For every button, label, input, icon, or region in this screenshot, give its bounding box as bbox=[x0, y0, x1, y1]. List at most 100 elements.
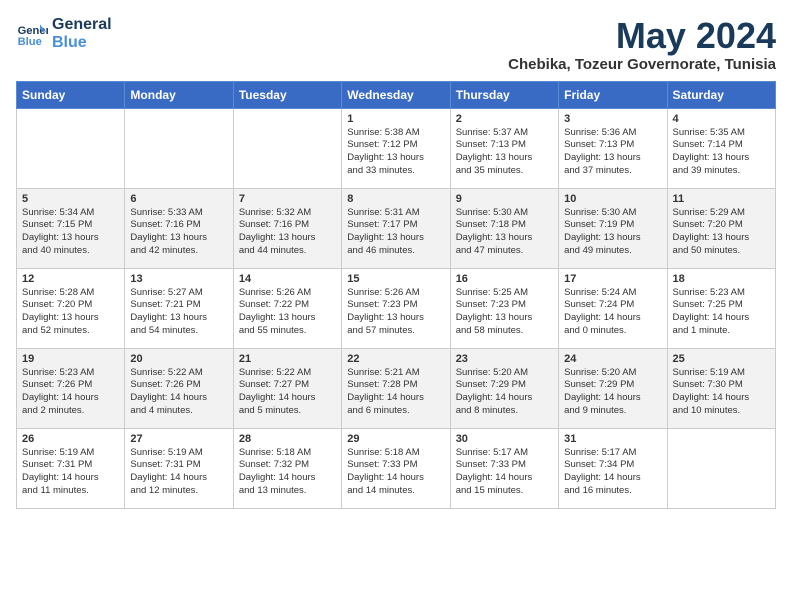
day-info: Sunrise: 5:25 AM Sunset: 7:23 PM Dayligh… bbox=[456, 287, 553, 338]
calendar-cell: 19Sunrise: 5:23 AM Sunset: 7:26 PM Dayli… bbox=[17, 348, 125, 428]
day-info: Sunrise: 5:35 AM Sunset: 7:14 PM Dayligh… bbox=[673, 127, 770, 178]
day-info: Sunrise: 5:17 AM Sunset: 7:34 PM Dayligh… bbox=[564, 447, 661, 498]
day-info: Sunrise: 5:32 AM Sunset: 7:16 PM Dayligh… bbox=[239, 207, 336, 258]
calendar-cell: 8 Sunrise: 5:31 AM Sunset: 7:17 PM Daylig… bbox=[342, 188, 450, 268]
day-number: 14 bbox=[239, 273, 336, 285]
day-number: 12 bbox=[22, 273, 119, 285]
calendar-table: SundayMondayTuesdayWednesdayThursdayFrid… bbox=[16, 81, 776, 509]
logo: General Blue General Blue bbox=[16, 16, 112, 51]
day-info: Sunrise: 5:30 AM Sunset: 7:18 PM Dayligh… bbox=[456, 207, 553, 258]
day-number: 30 bbox=[456, 433, 553, 445]
logo-icon: General Blue bbox=[16, 18, 48, 50]
calendar-cell: 15Sunrise: 5:26 AM Sunset: 7:23 PM Dayli… bbox=[342, 268, 450, 348]
logo-general: General bbox=[52, 16, 112, 34]
day-info: Sunrise: 5:18 AM Sunset: 7:32 PM Dayligh… bbox=[239, 447, 336, 498]
day-info: Sunrise: 5:21 AM Sunset: 7:28 PM Dayligh… bbox=[347, 367, 444, 418]
day-info: Sunrise: 5:29 AM Sunset: 7:20 PM Dayligh… bbox=[673, 207, 770, 258]
day-info: Sunrise: 5:31 AM Sunset: 7:17 PM Dayligh… bbox=[347, 207, 444, 258]
calendar-week-3: 12 Sunrise: 5:28 AM Sunset: 7:20 PM Dayli… bbox=[17, 268, 776, 348]
calendar-cell: 13Sunrise: 5:27 AM Sunset: 7:21 PM Dayli… bbox=[125, 268, 233, 348]
day-number: 7 bbox=[239, 193, 336, 205]
header-tuesday: Tuesday bbox=[233, 81, 341, 108]
day-number: 25 bbox=[673, 353, 770, 365]
day-info: Sunrise: 5:26 AM Sunset: 7:23 PM Dayligh… bbox=[347, 287, 444, 338]
calendar-cell: 31 Sunrise: 5:17 AM Sunset: 7:34 PM Dayli… bbox=[559, 428, 667, 508]
day-info: Sunrise: 5:28 AM Sunset: 7:20 PM Dayligh… bbox=[22, 287, 119, 338]
day-info: Sunrise: 5:20 AM Sunset: 7:29 PM Dayligh… bbox=[564, 367, 661, 418]
day-info: Sunrise: 5:22 AM Sunset: 7:26 PM Dayligh… bbox=[130, 367, 227, 418]
calendar-cell: 29 Sunrise: 5:18 AM Sunset: 7:33 PM Dayli… bbox=[342, 428, 450, 508]
day-number: 8 bbox=[347, 193, 444, 205]
day-info: Sunrise: 5:23 AM Sunset: 7:25 PM Dayligh… bbox=[673, 287, 770, 338]
day-info: Sunrise: 5:22 AM Sunset: 7:27 PM Dayligh… bbox=[239, 367, 336, 418]
calendar-cell: 28 Sunrise: 5:18 AM Sunset: 7:32 PM Dayli… bbox=[233, 428, 341, 508]
calendar-cell: 9 Sunrise: 5:30 AM Sunset: 7:18 PM Daylig… bbox=[450, 188, 558, 268]
calendar-cell: 12 Sunrise: 5:28 AM Sunset: 7:20 PM Dayli… bbox=[17, 268, 125, 348]
header-wednesday: Wednesday bbox=[342, 81, 450, 108]
calendar-cell: 24Sunrise: 5:20 AM Sunset: 7:29 PM Dayli… bbox=[559, 348, 667, 428]
day-info: Sunrise: 5:19 AM Sunset: 7:31 PM Dayligh… bbox=[22, 447, 119, 498]
day-number: 6 bbox=[130, 193, 227, 205]
day-number: 31 bbox=[564, 433, 661, 445]
day-number: 26 bbox=[22, 433, 119, 445]
day-info: Sunrise: 5:30 AM Sunset: 7:19 PM Dayligh… bbox=[564, 207, 661, 258]
day-number: 2 bbox=[456, 113, 553, 125]
header-sunday: Sunday bbox=[17, 81, 125, 108]
day-info: Sunrise: 5:19 AM Sunset: 7:30 PM Dayligh… bbox=[673, 367, 770, 418]
day-info: Sunrise: 5:20 AM Sunset: 7:29 PM Dayligh… bbox=[456, 367, 553, 418]
header-saturday: Saturday bbox=[667, 81, 775, 108]
page-header: General Blue General Blue May 2024 Chebi… bbox=[16, 16, 776, 73]
calendar-cell: 27Sunrise: 5:19 AM Sunset: 7:31 PM Dayli… bbox=[125, 428, 233, 508]
calendar-cell: 6Sunrise: 5:33 AM Sunset: 7:16 PM Daylig… bbox=[125, 188, 233, 268]
day-info: Sunrise: 5:26 AM Sunset: 7:22 PM Dayligh… bbox=[239, 287, 336, 338]
day-info: Sunrise: 5:24 AM Sunset: 7:24 PM Dayligh… bbox=[564, 287, 661, 338]
calendar-cell: 25 Sunrise: 5:19 AM Sunset: 7:30 PM Dayli… bbox=[667, 348, 775, 428]
day-number: 10 bbox=[564, 193, 661, 205]
day-info: Sunrise: 5:17 AM Sunset: 7:33 PM Dayligh… bbox=[456, 447, 553, 498]
header-friday: Friday bbox=[559, 81, 667, 108]
day-number: 16 bbox=[456, 273, 553, 285]
calendar-cell: 7 Sunrise: 5:32 AM Sunset: 7:16 PM Daylig… bbox=[233, 188, 341, 268]
calendar-cell: 22Sunrise: 5:21 AM Sunset: 7:28 PM Dayli… bbox=[342, 348, 450, 428]
day-info: Sunrise: 5:18 AM Sunset: 7:33 PM Dayligh… bbox=[347, 447, 444, 498]
calendar-week-1: 1Sunrise: 5:38 AM Sunset: 7:12 PM Daylig… bbox=[17, 108, 776, 188]
day-number: 19 bbox=[22, 353, 119, 365]
day-number: 29 bbox=[347, 433, 444, 445]
day-info: Sunrise: 5:37 AM Sunset: 7:13 PM Dayligh… bbox=[456, 127, 553, 178]
day-number: 20 bbox=[130, 353, 227, 365]
calendar-cell: 23 Sunrise: 5:20 AM Sunset: 7:29 PM Dayli… bbox=[450, 348, 558, 428]
day-number: 11 bbox=[673, 193, 770, 205]
calendar-cell: 26 Sunrise: 5:19 AM Sunset: 7:31 PM Dayli… bbox=[17, 428, 125, 508]
day-info: Sunrise: 5:36 AM Sunset: 7:13 PM Dayligh… bbox=[564, 127, 661, 178]
calendar-cell: 21Sunrise: 5:22 AM Sunset: 7:27 PM Dayli… bbox=[233, 348, 341, 428]
calendar-cell: 16 Sunrise: 5:25 AM Sunset: 7:23 PM Dayli… bbox=[450, 268, 558, 348]
day-number: 28 bbox=[239, 433, 336, 445]
location: Chebika, Tozeur Governorate, Tunisia bbox=[508, 56, 776, 73]
calendar-cell: 20 Sunrise: 5:22 AM Sunset: 7:26 PM Dayli… bbox=[125, 348, 233, 428]
calendar-header-row: SundayMondayTuesdayWednesdayThursdayFrid… bbox=[17, 81, 776, 108]
day-info: Sunrise: 5:27 AM Sunset: 7:21 PM Dayligh… bbox=[130, 287, 227, 338]
header-monday: Monday bbox=[125, 81, 233, 108]
header-thursday: Thursday bbox=[450, 81, 558, 108]
day-number: 23 bbox=[456, 353, 553, 365]
calendar-cell: 10 Sunrise: 5:30 AM Sunset: 7:19 PM Dayli… bbox=[559, 188, 667, 268]
calendar-cell: 1Sunrise: 5:38 AM Sunset: 7:12 PM Daylig… bbox=[342, 108, 450, 188]
day-number: 3 bbox=[564, 113, 661, 125]
calendar-cell: 3 Sunrise: 5:36 AM Sunset: 7:13 PM Daylig… bbox=[559, 108, 667, 188]
logo-blue: Blue bbox=[52, 34, 112, 52]
calendar-week-2: 5Sunrise: 5:34 AM Sunset: 7:15 PM Daylig… bbox=[17, 188, 776, 268]
title-section: May 2024 Chebika, Tozeur Governorate, Tu… bbox=[508, 16, 776, 73]
calendar-cell: 30 Sunrise: 5:17 AM Sunset: 7:33 PM Dayli… bbox=[450, 428, 558, 508]
svg-text:General: General bbox=[18, 25, 48, 37]
month-title: May 2024 bbox=[508, 16, 776, 56]
calendar-cell bbox=[667, 428, 775, 508]
day-number: 9 bbox=[456, 193, 553, 205]
calendar-cell: 2 Sunrise: 5:37 AM Sunset: 7:13 PM Daylig… bbox=[450, 108, 558, 188]
svg-text:Blue: Blue bbox=[18, 36, 42, 48]
day-number: 5 bbox=[22, 193, 119, 205]
calendar-cell bbox=[125, 108, 233, 188]
day-number: 17 bbox=[564, 273, 661, 285]
day-number: 1 bbox=[347, 113, 444, 125]
calendar-cell: 14 Sunrise: 5:26 AM Sunset: 7:22 PM Dayli… bbox=[233, 268, 341, 348]
day-number: 18 bbox=[673, 273, 770, 285]
